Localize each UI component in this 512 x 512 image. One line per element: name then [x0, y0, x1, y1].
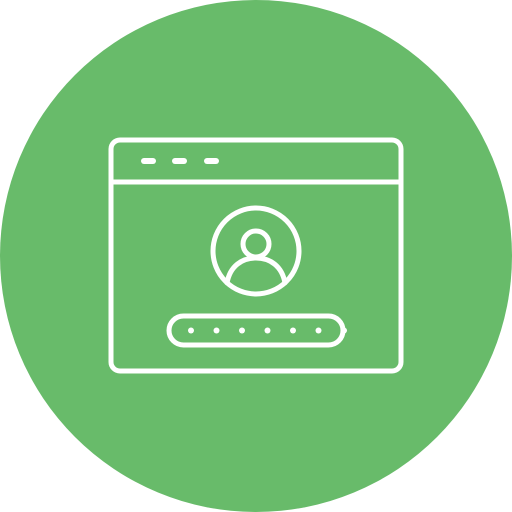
- icon-stage: [0, 0, 512, 512]
- password-mask-dot: [264, 327, 271, 334]
- password-mask-dot: [188, 327, 194, 334]
- password-mask-dot: [341, 327, 347, 334]
- password-mask-dot: [213, 327, 220, 334]
- browser-login-icon: [0, 0, 512, 512]
- password-mask-dot: [290, 327, 296, 334]
- password-mask-dot: [315, 327, 322, 334]
- password-mask-dot: [239, 327, 245, 334]
